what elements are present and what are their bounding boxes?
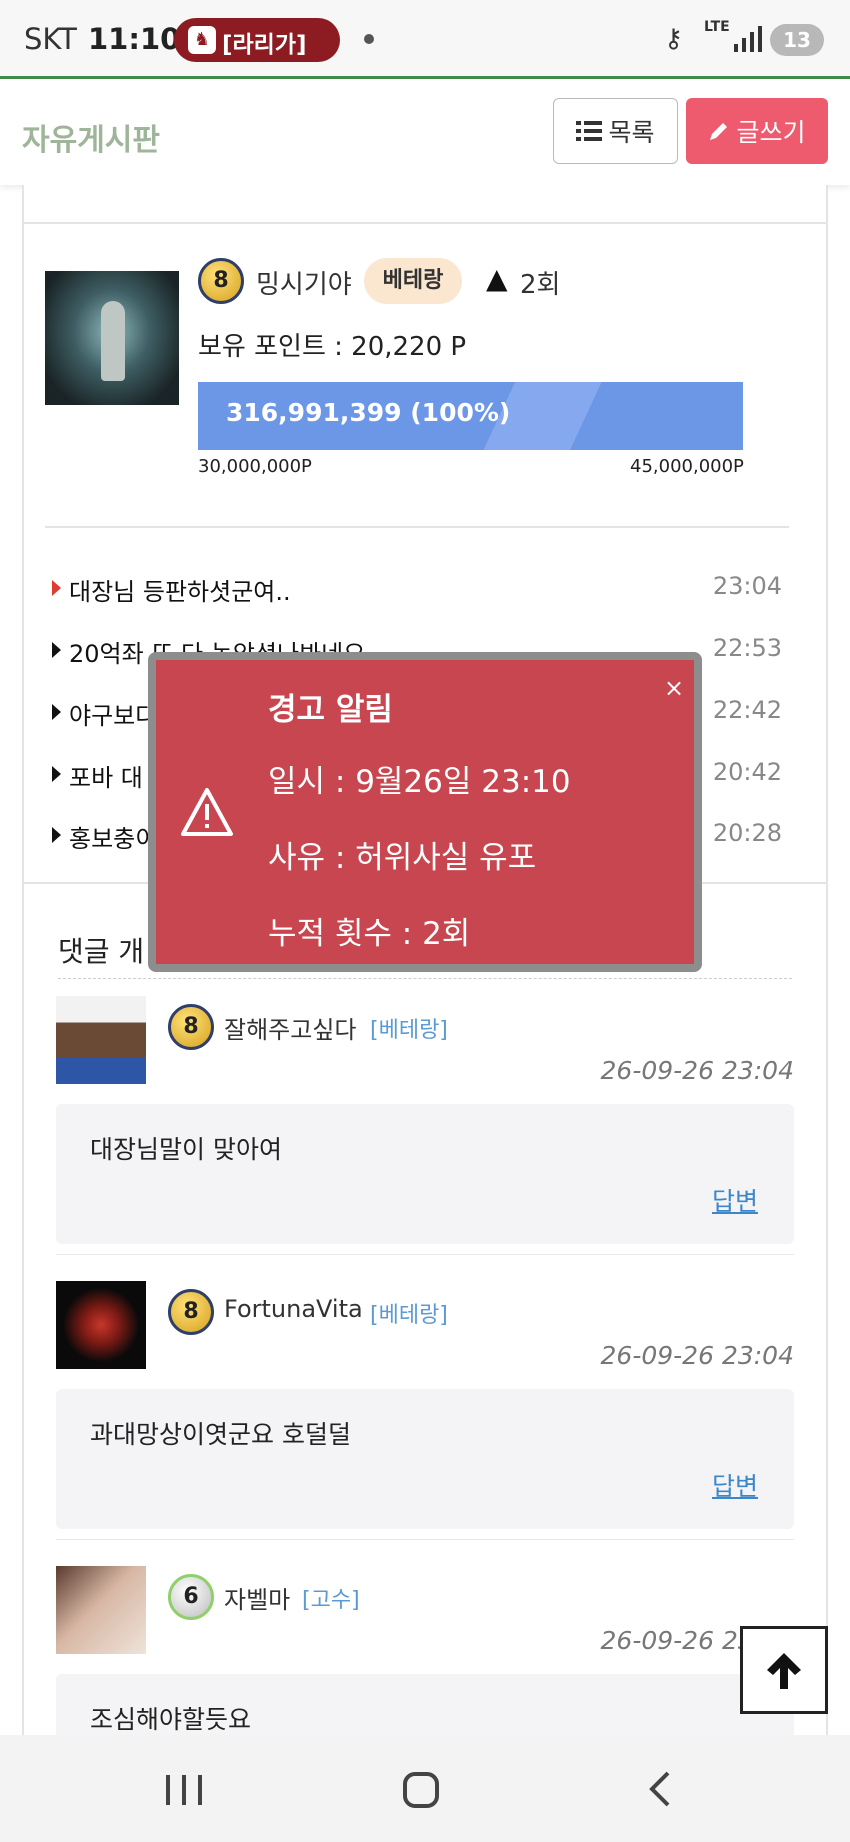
- experience-bar-text: 316,991,399 (100%): [226, 398, 511, 427]
- reply-link[interactable]: 답변: [712, 1467, 758, 1503]
- network-type: LTE: [704, 19, 730, 35]
- points-label: 보유 포인트 : 20,220 P: [198, 332, 467, 362]
- caret-right-icon: [52, 642, 61, 658]
- experience-min-label: 30,000,000P: [198, 456, 312, 477]
- modal-count-line: 누적 횟수 : 2회: [268, 916, 471, 952]
- comment-author-rank: [베테랑]: [370, 1018, 448, 1043]
- board-title: 자유게시판: [22, 123, 160, 158]
- battery-indicator: 13: [770, 24, 824, 56]
- post-time: 22:53: [712, 634, 782, 662]
- comment-text: 조심해야할듯요: [90, 1705, 252, 1734]
- avatar-figure: [101, 301, 125, 381]
- comment-text: 대장님말이 맞아여: [90, 1135, 282, 1164]
- level-badge-icon: 8: [168, 1289, 214, 1335]
- list-icon: [576, 121, 603, 141]
- comment-divider: [56, 1539, 794, 1540]
- comment-text: 과대망상이엿군요 호덜덜: [90, 1420, 351, 1449]
- comment-date: 26-09-26 23:04: [600, 1056, 794, 1085]
- clock: 11:10: [88, 22, 181, 56]
- post-time: 22:42: [712, 696, 782, 724]
- recent-apps-icon[interactable]: [164, 1773, 204, 1807]
- caret-right-icon: [52, 766, 61, 782]
- reply-link[interactable]: 답변: [712, 1182, 758, 1218]
- comments-divider: [58, 978, 792, 979]
- comment-author-name[interactable]: FortunaVita: [224, 1295, 363, 1323]
- arrow-up-icon: [767, 1653, 801, 1689]
- carrier-label: SKT: [24, 22, 77, 56]
- write-button[interactable]: 글쓰기: [686, 98, 828, 164]
- notification-pill-text: [라리가]: [222, 32, 307, 58]
- notification-dot-icon: [364, 34, 374, 44]
- caret-right-icon: [52, 704, 61, 720]
- comment-avatar[interactable]: [56, 996, 146, 1084]
- warning-triangle-icon: [181, 788, 233, 836]
- post-title: 홍보충이: [69, 825, 158, 853]
- page-header: 자유게시판 목록 글쓰기: [0, 79, 850, 185]
- comment-divider: [56, 1254, 794, 1255]
- post-time: 20:42: [712, 758, 782, 786]
- post-title: 대장님 등판하셧군여..: [69, 578, 291, 606]
- experience-max-label: 45,000,000P: [630, 456, 744, 477]
- level-badge-icon: 8: [168, 1004, 214, 1050]
- modal-close-button[interactable]: ×: [664, 674, 684, 702]
- panel-top-border: [22, 222, 828, 224]
- post-list-item[interactable]: 대장님 등판하셧군여.. 23:04: [52, 570, 792, 610]
- key-icon: ⚷: [664, 24, 684, 54]
- back-icon[interactable]: [646, 1769, 674, 1809]
- home-icon[interactable]: [402, 1771, 440, 1809]
- pencil-icon: [710, 123, 728, 140]
- comment-avatar[interactable]: [56, 1566, 146, 1654]
- post-title: 포바 대: [69, 764, 143, 792]
- author-rank-badge: 베테랑: [364, 258, 462, 304]
- level-badge-icon: 6: [168, 1574, 214, 1620]
- notification-pill[interactable]: ♞ [라리가]: [174, 18, 340, 62]
- comment-author-rank: [베테랑]: [370, 1303, 448, 1328]
- modal-title: 경고 알림: [268, 692, 393, 728]
- comment-date: 26-09-26 23:04: [600, 1341, 794, 1370]
- warning-icon: ▲: [486, 262, 508, 295]
- system-nav-bar: [0, 1735, 850, 1842]
- write-button-label: 글쓰기: [736, 118, 806, 147]
- post-title: 야구보다: [69, 702, 158, 730]
- list-button-label: 목록: [608, 118, 655, 147]
- caret-right-icon: [52, 827, 61, 843]
- experience-bar: 316,991,399 (100%): [198, 382, 743, 450]
- divider: [45, 526, 789, 528]
- modal-date-line: 일시 : 9월26일 23:10: [268, 764, 571, 800]
- warning-count: 2회: [520, 270, 561, 300]
- brave-lion-icon: ♞: [188, 26, 216, 54]
- comments-title: 댓글 개: [58, 935, 145, 968]
- comment-author-name[interactable]: 자벨마: [224, 1580, 290, 1615]
- caret-right-icon: [52, 580, 61, 596]
- post-time: 23:04: [712, 572, 782, 600]
- comment-author-name[interactable]: 잘해주고싶다: [224, 1010, 356, 1045]
- status-bar: SKT 11:10 ♞ [라리가] ⚷ LTE 13: [0, 0, 850, 76]
- warning-modal: × 경고 알림 일시 : 9월26일 23:10 사유 : 허위사실 유포 누적…: [148, 652, 702, 972]
- comment-body: 대장님말이 맞아여답변: [56, 1104, 794, 1244]
- comment-body: 과대망상이엿군요 호덜덜답변: [56, 1389, 794, 1529]
- signal-icon: [734, 26, 762, 52]
- comment-avatar[interactable]: [56, 1281, 146, 1369]
- author-name[interactable]: 밍시기야: [256, 264, 352, 301]
- author-avatar[interactable]: [45, 271, 179, 405]
- modal-reason-line: 사유 : 허위사실 유포: [268, 840, 537, 876]
- comment-author-rank: [고수]: [302, 1588, 360, 1613]
- list-button[interactable]: 목록: [553, 98, 678, 164]
- back-to-top-button[interactable]: [740, 1626, 828, 1714]
- post-time: 20:28: [712, 819, 782, 847]
- level-badge-icon: 8: [198, 258, 244, 304]
